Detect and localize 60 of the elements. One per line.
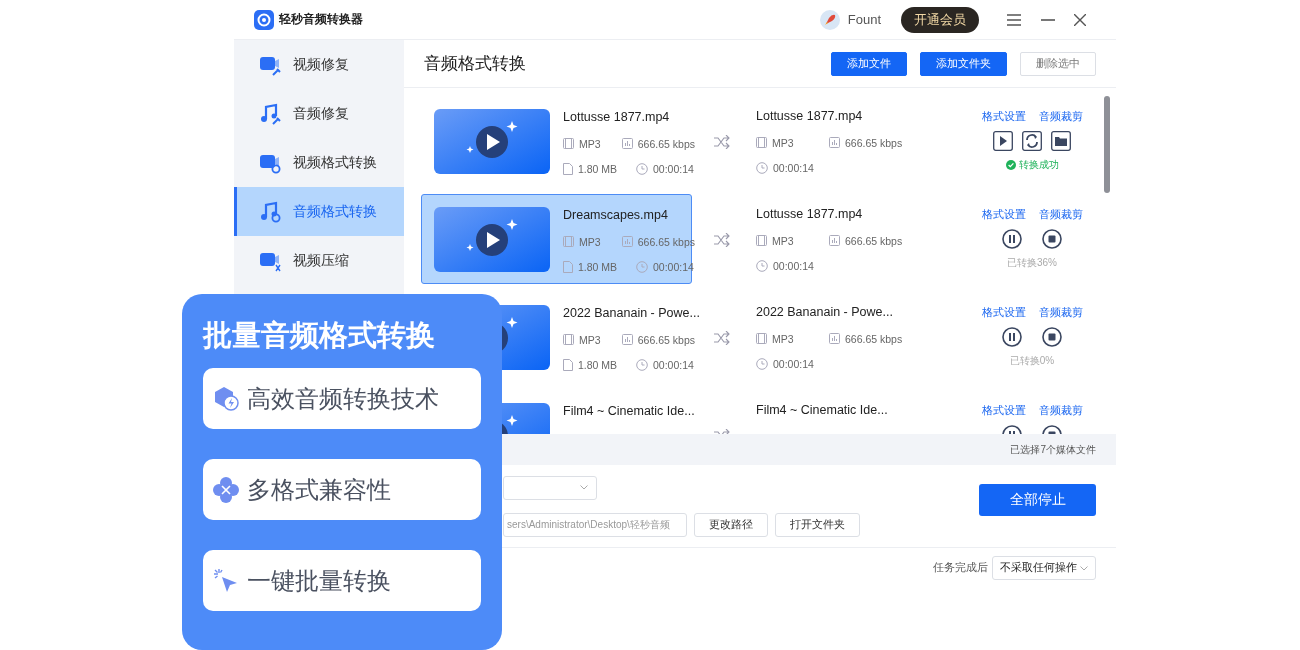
output-file-name: Lottusse 1877.mp4	[756, 207, 864, 223]
path-button[interactable]: 打开文件夹	[775, 512, 860, 537]
file-duration: 00:00:14	[653, 358, 694, 371]
file-size: 1.80 MB	[578, 162, 618, 175]
output-file-name: 2022 Bananain - Powe...	[756, 305, 894, 321]
stop-all-button[interactable]: 全部停止	[979, 484, 1096, 516]
sidebar-item[interactable]: 视频格式转换	[234, 138, 404, 187]
file-name: Film4 ~ Cinematic Ide...	[563, 404, 695, 420]
file-name: Lottusse 1877.mp4	[563, 110, 671, 126]
action-link[interactable]: 格式设置	[981, 306, 1026, 320]
output-duration: 00:00:14	[773, 357, 814, 370]
status-text: 转换成功	[1018, 158, 1059, 172]
feature-text: 高效音频转换技术	[247, 383, 439, 414]
output-duration: 00:00:14	[773, 161, 814, 174]
action-link[interactable]: 格式设置	[981, 208, 1026, 222]
output-bitrate: 666.65 kbps	[845, 332, 903, 345]
action-link[interactable]: 音频裁剪	[1038, 404, 1083, 418]
toolbar-button[interactable]: 添加文件	[831, 51, 907, 76]
user-name[interactable]: Fount	[847, 12, 881, 27]
after-task-dropdown[interactable]: 不采取任何操作	[992, 556, 1096, 580]
file-duration: 00:00:14	[653, 162, 694, 175]
page-title: 音频格式转换	[424, 53, 526, 75]
action-link[interactable]: 音频裁剪	[1038, 208, 1083, 222]
output-path-field[interactable]: sers\Administrator\Desktop\轻秒音频	[503, 512, 687, 537]
file-format: MP3	[579, 235, 601, 248]
output-bitrate: 666.65 kbps	[845, 136, 903, 149]
feature-text: 一键批量转换	[247, 565, 391, 596]
sidebar-item[interactable]: 音频修复	[234, 89, 404, 138]
progress-text: 已转换0%	[1009, 354, 1055, 368]
feature-text: 多格式兼容性	[247, 474, 391, 505]
file-name: Dreamscapes.mp4	[563, 208, 669, 224]
progress-text: 已转换36%	[1007, 256, 1057, 270]
file-bitrate: 666.65 kbps	[637, 137, 695, 150]
toolbar-button[interactable]: 删除选中	[1020, 51, 1096, 76]
file-size: 1.80 MB	[578, 260, 618, 273]
action-link[interactable]: 音频裁剪	[1038, 110, 1083, 124]
toolbar-button[interactable]: 添加文件夹	[920, 51, 1007, 76]
action-link[interactable]: 格式设置	[981, 404, 1026, 418]
path-button[interactable]: 更改路径	[694, 512, 768, 537]
action-link[interactable]: 格式设置	[981, 110, 1026, 124]
vip-button[interactable]: 开通会员	[901, 6, 979, 33]
selection-count: 已选择7个媒体文件	[1010, 442, 1096, 457]
file-format: MP3	[579, 333, 601, 346]
output-format: MP3	[772, 332, 794, 345]
output-format: MP3	[772, 136, 794, 149]
output-bitrate: 666.65 kbps	[845, 234, 903, 247]
app-title: 轻秒音频转换器	[279, 11, 363, 28]
sidebar-item[interactable]: 音频格式转换	[234, 187, 404, 236]
file-format: MP3	[579, 137, 601, 150]
action-link[interactable]: 音频裁剪	[1038, 306, 1083, 320]
output-file-name: Film4 ~ Cinematic Ide...	[756, 403, 889, 419]
output-duration: 00:00:14	[773, 259, 814, 272]
sidebar-item[interactable]: 视频修复	[234, 40, 404, 89]
output-file-name: Lottusse 1877.mp4	[756, 109, 864, 125]
file-bitrate: 666.65 kbps	[637, 333, 695, 346]
promo-title: 批量音频格式转换	[203, 318, 436, 353]
sidebar-item[interactable]: 视频压缩	[234, 236, 404, 285]
file-size: 1.80 MB	[578, 358, 618, 371]
output-format: MP3	[772, 234, 794, 247]
after-task-label: 任务完成后	[933, 561, 988, 575]
